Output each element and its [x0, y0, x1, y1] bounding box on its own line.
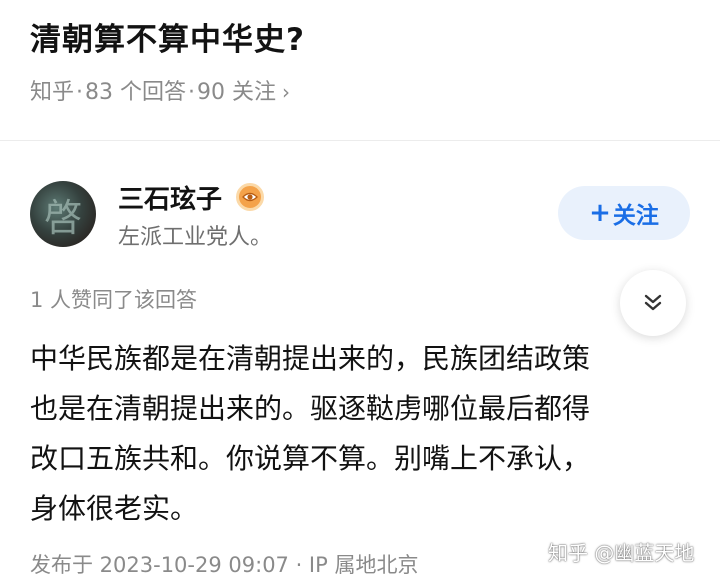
author-name[interactable]: 三石玹子 [118, 179, 222, 216]
divider [0, 140, 720, 141]
watermark: 知乎 @幽蓝天地 [548, 541, 695, 565]
eye-badge-icon [236, 183, 264, 211]
content-line: 改口五族共和。你说算不算。别嘴上不承认， [30, 442, 591, 475]
collapse-button[interactable] [620, 270, 686, 336]
question-title[interactable]: 清朝算不算中华史? [30, 14, 305, 59]
author-bio: 左派工业党人。 [118, 225, 273, 250]
question-meta[interactable]: 知乎·83 个回答·90 关注 › [30, 74, 290, 106]
content-line: 也是在清朝提出来的。驱逐鞑虏哪位最后都得 [30, 392, 591, 425]
follow-button[interactable]: + 关注 [558, 186, 690, 240]
chevron-right-icon: › [282, 80, 291, 104]
answer-content[interactable]: 中华民族都是在清朝提出来的，民族团结政策 也是在清朝提出来的。驱逐鞑虏哪位最后都… [30, 334, 690, 534]
likes-text: 1 人赞同了该回答 [30, 288, 198, 312]
plus-icon: + [589, 198, 611, 228]
meta-separator: · [76, 80, 84, 105]
author-avatar[interactable]: 啓 [30, 181, 96, 247]
follower-count: 90 关注 [197, 80, 277, 105]
answer-footer: 发布于 2023-10-29 09:07 · IP 属地北京 [30, 553, 419, 577]
meta-separator: · [188, 80, 196, 105]
avatar-glyph: 啓 [43, 195, 82, 240]
follow-button-label: 关注 [612, 203, 659, 229]
answer-count: 83 个回答 [85, 80, 187, 105]
site-name: 知乎 [30, 80, 75, 105]
content-line: 中华民族都是在清朝提出来的，民族团结政策 [30, 342, 591, 375]
content-line: 身体很老实。 [30, 492, 199, 525]
double-chevron-down-icon [644, 294, 662, 311]
